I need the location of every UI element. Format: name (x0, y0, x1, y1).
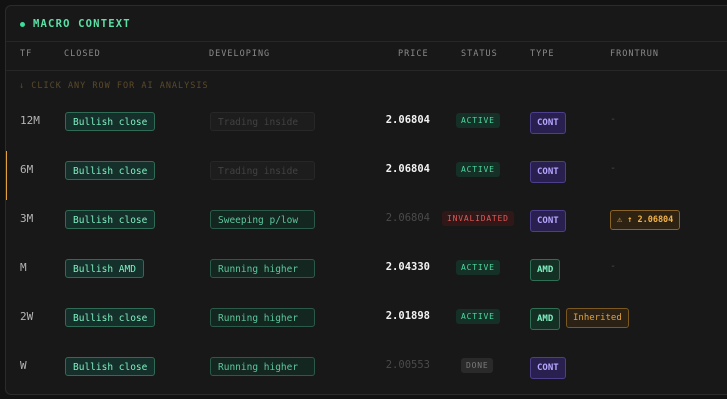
type-badge: CONT (530, 161, 566, 183)
tf-label: 6M (20, 163, 34, 176)
inherited-badge: Inherited (566, 308, 629, 328)
closed-chip: Bullish close (65, 308, 156, 327)
tf-label: 2W (20, 310, 34, 323)
developing-chip: Sweeping p/low (210, 210, 315, 229)
type-badge: AMD (530, 308, 561, 330)
col-header-status: STATUS (461, 49, 498, 59)
table-row[interactable]: W Bullish close Running higher 2.00553 D… (6, 347, 727, 394)
frontrun-empty: - (610, 163, 617, 174)
developing-chip: Running higher (210, 308, 315, 327)
tf-label: 3M (20, 212, 34, 225)
status-badge: INVALIDATED (442, 211, 514, 226)
tf-label: W (20, 359, 27, 372)
col-header-developing: DEVELOPING (209, 49, 271, 59)
status-dot-icon (20, 21, 25, 27)
closed-chip: Bullish close (65, 210, 156, 229)
price-value: 2.04330 (385, 261, 430, 273)
panel-header: MACRO CONTEXT (20, 18, 131, 30)
developing-chip: Running higher (210, 357, 315, 376)
table-row[interactable]: 2W Bullish close Running higher 2.01898 … (6, 298, 727, 347)
panel-title: MACRO CONTEXT (33, 18, 131, 30)
closed-chip: Bullish close (65, 112, 156, 131)
price-value: 2.01898 (385, 310, 430, 322)
developing-chip: Trading inside (210, 112, 315, 131)
macro-context-panel: MACRO CONTEXT TF CLOSED DEVELOPING PRICE… (5, 5, 727, 395)
status-badge: DONE (461, 358, 494, 373)
status-badge: ACTIVE (456, 113, 500, 128)
closed-chip: Bullish close (65, 357, 156, 376)
divider (6, 70, 727, 71)
type-badge: CONT (530, 357, 566, 379)
table-row[interactable]: M Bullish AMD Running higher 2.04330 ACT… (6, 249, 727, 298)
frontrun-empty: - (610, 114, 617, 125)
divider (6, 41, 727, 42)
status-badge: ACTIVE (456, 309, 500, 324)
price-value: 2.00553 (385, 359, 430, 371)
frontrun-empty: - (610, 261, 617, 272)
status-badge: ACTIVE (456, 162, 500, 177)
row-click-hint: ↓ CLICK ANY ROW FOR AI ANALYSIS (19, 81, 209, 91)
col-header-price: PRICE (398, 49, 429, 59)
frontrun-badge: ⚠ ↑ 2.06804 (610, 210, 681, 230)
status-badge: ACTIVE (456, 260, 500, 275)
tf-label: M (20, 261, 27, 274)
price-value: 2.06804 (385, 163, 430, 175)
table-row[interactable]: 12M Bullish close Trading inside 2.06804… (6, 102, 727, 151)
col-header-closed: CLOSED (64, 49, 101, 59)
type-badge: CONT (530, 112, 566, 134)
price-value: 2.06804 (385, 114, 430, 126)
col-header-type: TYPE (530, 49, 555, 59)
closed-chip: Bullish close (65, 161, 156, 180)
type-badge: CONT (530, 210, 566, 232)
col-header-frontrun: FRONTRUN (610, 49, 659, 59)
type-badge: AMD (530, 259, 561, 281)
developing-chip: Trading inside (210, 161, 315, 180)
tf-label: 12M (20, 114, 40, 127)
price-value: 2.06804 (385, 212, 430, 224)
table-row-selected[interactable]: 6M Bullish close Trading inside 2.06804 … (6, 151, 727, 200)
table-row[interactable]: 3M Bullish close Sweeping p/low 2.06804 … (6, 200, 727, 249)
col-header-tf: TF (20, 49, 33, 59)
closed-chip: Bullish AMD (65, 259, 144, 278)
developing-chip: Running higher (210, 259, 315, 278)
